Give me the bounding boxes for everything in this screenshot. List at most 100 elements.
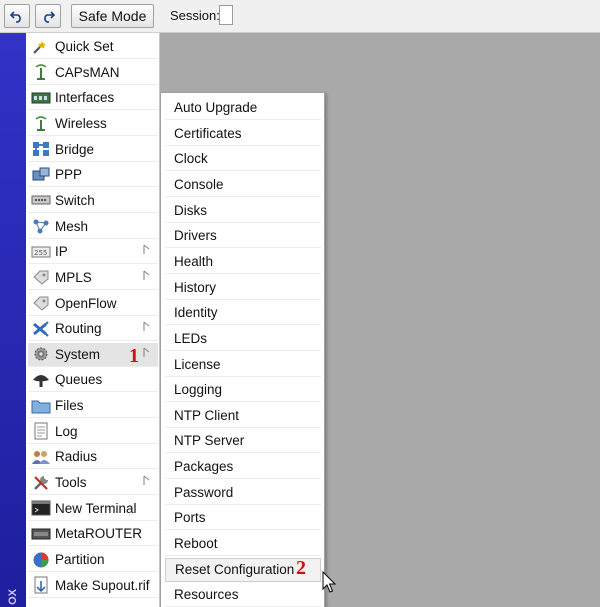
system-menu-item-drivers[interactable]: Drivers (165, 224, 321, 249)
interfaces-icon (31, 89, 51, 107)
sidebar-item-label: MetaROUTER (55, 526, 143, 542)
sidebar-item-label: IP (55, 244, 68, 260)
sidebar-item-label: System (55, 346, 101, 362)
system-menu-item-packages[interactable]: Packages (165, 455, 321, 480)
session-label: Session: (170, 8, 220, 23)
system-menu-item-certificates[interactable]: Certificates (165, 122, 321, 146)
sidebar-item-partition[interactable]: Partition (28, 548, 158, 572)
sidebar-item-label: Partition (55, 552, 105, 567)
log-icon (31, 422, 51, 440)
system-menu-item-ntp-client[interactable]: NTP Client (165, 404, 321, 428)
mpls-icon (31, 268, 51, 286)
submenu-arrow-icon (143, 244, 150, 255)
safe-mode-button[interactable]: Safe Mode (71, 4, 154, 28)
system-menu-item-health[interactable]: Health (165, 250, 321, 274)
system-menu-item-ntp-server[interactable]: NTP Server (165, 429, 321, 454)
undo-icon (10, 11, 21, 23)
sidebar-item-label: CAPsMAN (55, 64, 120, 80)
sidebar-item-label: Queues (55, 372, 103, 388)
supout-icon (31, 576, 51, 594)
terminal-icon (31, 499, 51, 517)
sidebar-item-label: Radius (55, 449, 98, 465)
sidebar-item-label: Switch (55, 192, 95, 208)
metarouter-icon (31, 525, 51, 543)
sidebar-item-interfaces[interactable]: Interfaces (28, 86, 158, 111)
sidebar-item-label: Mesh (55, 218, 89, 234)
sidebar-item-bridge[interactable]: Bridge (28, 138, 158, 162)
toolbar: Safe Mode Session: (0, 0, 600, 33)
mesh-icon (31, 217, 51, 235)
sidebar-item-label: Routing (55, 321, 102, 337)
sidebar-item-label: MPLS (55, 269, 92, 285)
bridge-icon (31, 140, 51, 158)
sidebar-item-log[interactable]: Log (28, 420, 158, 444)
sidebar-item-routing[interactable]: Routing (28, 317, 158, 342)
undo-button[interactable] (4, 4, 30, 28)
sidebar-item-tools[interactable]: Tools (28, 471, 158, 496)
sidebar-item-mesh[interactable]: Mesh (28, 215, 158, 239)
session-field[interactable] (219, 5, 233, 25)
sidebar-item-queues[interactable]: Queues (28, 368, 158, 393)
sidebar-item-label: Interfaces (55, 90, 115, 106)
submenu-arrow-icon (143, 347, 150, 357)
ip-icon: 255 (31, 243, 51, 261)
sidebar-item-new-terminal[interactable]: New Terminal (28, 497, 158, 521)
sidebar-item-quick-set[interactable]: Quick Set (28, 35, 158, 59)
folder-icon (31, 397, 51, 415)
sidebar-item-make-supout-rif[interactable]: Make Supout.rif (28, 574, 158, 598)
sidebar-item-mpls[interactable]: MPLS (28, 266, 158, 290)
redo-button[interactable] (35, 4, 61, 28)
mouse-cursor-icon (322, 571, 337, 593)
system-menu-item-ports[interactable]: Ports (165, 506, 321, 531)
main-menu: Quick Set CAPsMAN Interfaces Wireless Bridge… (26, 33, 160, 607)
sidebar-item-radius[interactable]: Radius (28, 445, 158, 470)
sidebar-item-capsman[interactable]: CAPsMAN (28, 61, 158, 85)
sidebar-item-ppp[interactable]: PPP (28, 163, 158, 188)
sidebar-item-label: Make Supout.rif (55, 577, 150, 593)
system-menu-item-leds[interactable]: LEDs (165, 327, 321, 351)
sidebar-item-wireless[interactable]: Wireless (28, 112, 158, 136)
sidebar-item-switch[interactable]: Switch (28, 189, 158, 213)
sidebar-item-label: Log (55, 423, 78, 439)
system-menu-item-password[interactable]: Password (165, 481, 321, 505)
partition-icon (31, 551, 51, 569)
system-submenu: Auto Upgrade Certificates Clock Console Disk… (160, 92, 325, 607)
system-menu-item-identity[interactable]: Identity (165, 301, 321, 326)
system-menu-item-disks[interactable]: Disks (165, 199, 321, 223)
submenu-arrow-icon (143, 270, 150, 280)
sidebar-item-files[interactable]: Files (28, 394, 158, 419)
routing-icon (31, 320, 51, 338)
sidebar-item-metarouter[interactable]: MetaROUTER (28, 522, 158, 547)
sidebar-item-label: New Terminal (55, 500, 137, 516)
sidebar-item-label: Quick Set (55, 39, 114, 54)
redo-icon (44, 11, 55, 23)
antenna-icon (31, 63, 51, 81)
step-2-annotation: 2 (296, 557, 306, 579)
sidebar-item-label: Wireless (55, 115, 107, 131)
sidebar-item-label: OpenFlow (55, 295, 117, 311)
system-menu-item-clock[interactable]: Clock (165, 147, 321, 172)
wireless-icon (31, 114, 51, 132)
sidebar-item-label: Files (55, 398, 84, 414)
radius-icon (31, 448, 51, 466)
submenu-arrow-icon (143, 475, 150, 486)
sidebar-item-label: PPP (55, 167, 83, 183)
step-1-annotation: 1 (129, 345, 139, 367)
submenu-arrow-icon (143, 321, 150, 332)
tools-icon (31, 474, 51, 492)
system-menu-item-license[interactable]: License (165, 353, 321, 377)
openflow-icon (31, 294, 51, 312)
winbox-side-bar: OX (0, 33, 26, 607)
side-bar-text: OX (7, 589, 19, 605)
system-menu-item-reboot[interactable]: Reboot (165, 532, 321, 557)
sidebar-item-openflow[interactable]: OpenFlow (28, 292, 158, 316)
sidebar-item-ip[interactable]: 255 IP (28, 240, 158, 265)
sidebar-item-label: Tools (55, 475, 87, 491)
system-menu-item-resources[interactable]: Resources (165, 583, 321, 607)
system-menu-item-console[interactable]: Console (165, 173, 321, 197)
system-menu-item-auto-upgrade[interactable]: Auto Upgrade (165, 96, 321, 120)
system-menu-item-history[interactable]: History (165, 276, 321, 300)
system-menu-item-logging[interactable]: Logging (165, 378, 321, 403)
gear-icon (31, 345, 51, 363)
ppp-icon (31, 166, 51, 184)
